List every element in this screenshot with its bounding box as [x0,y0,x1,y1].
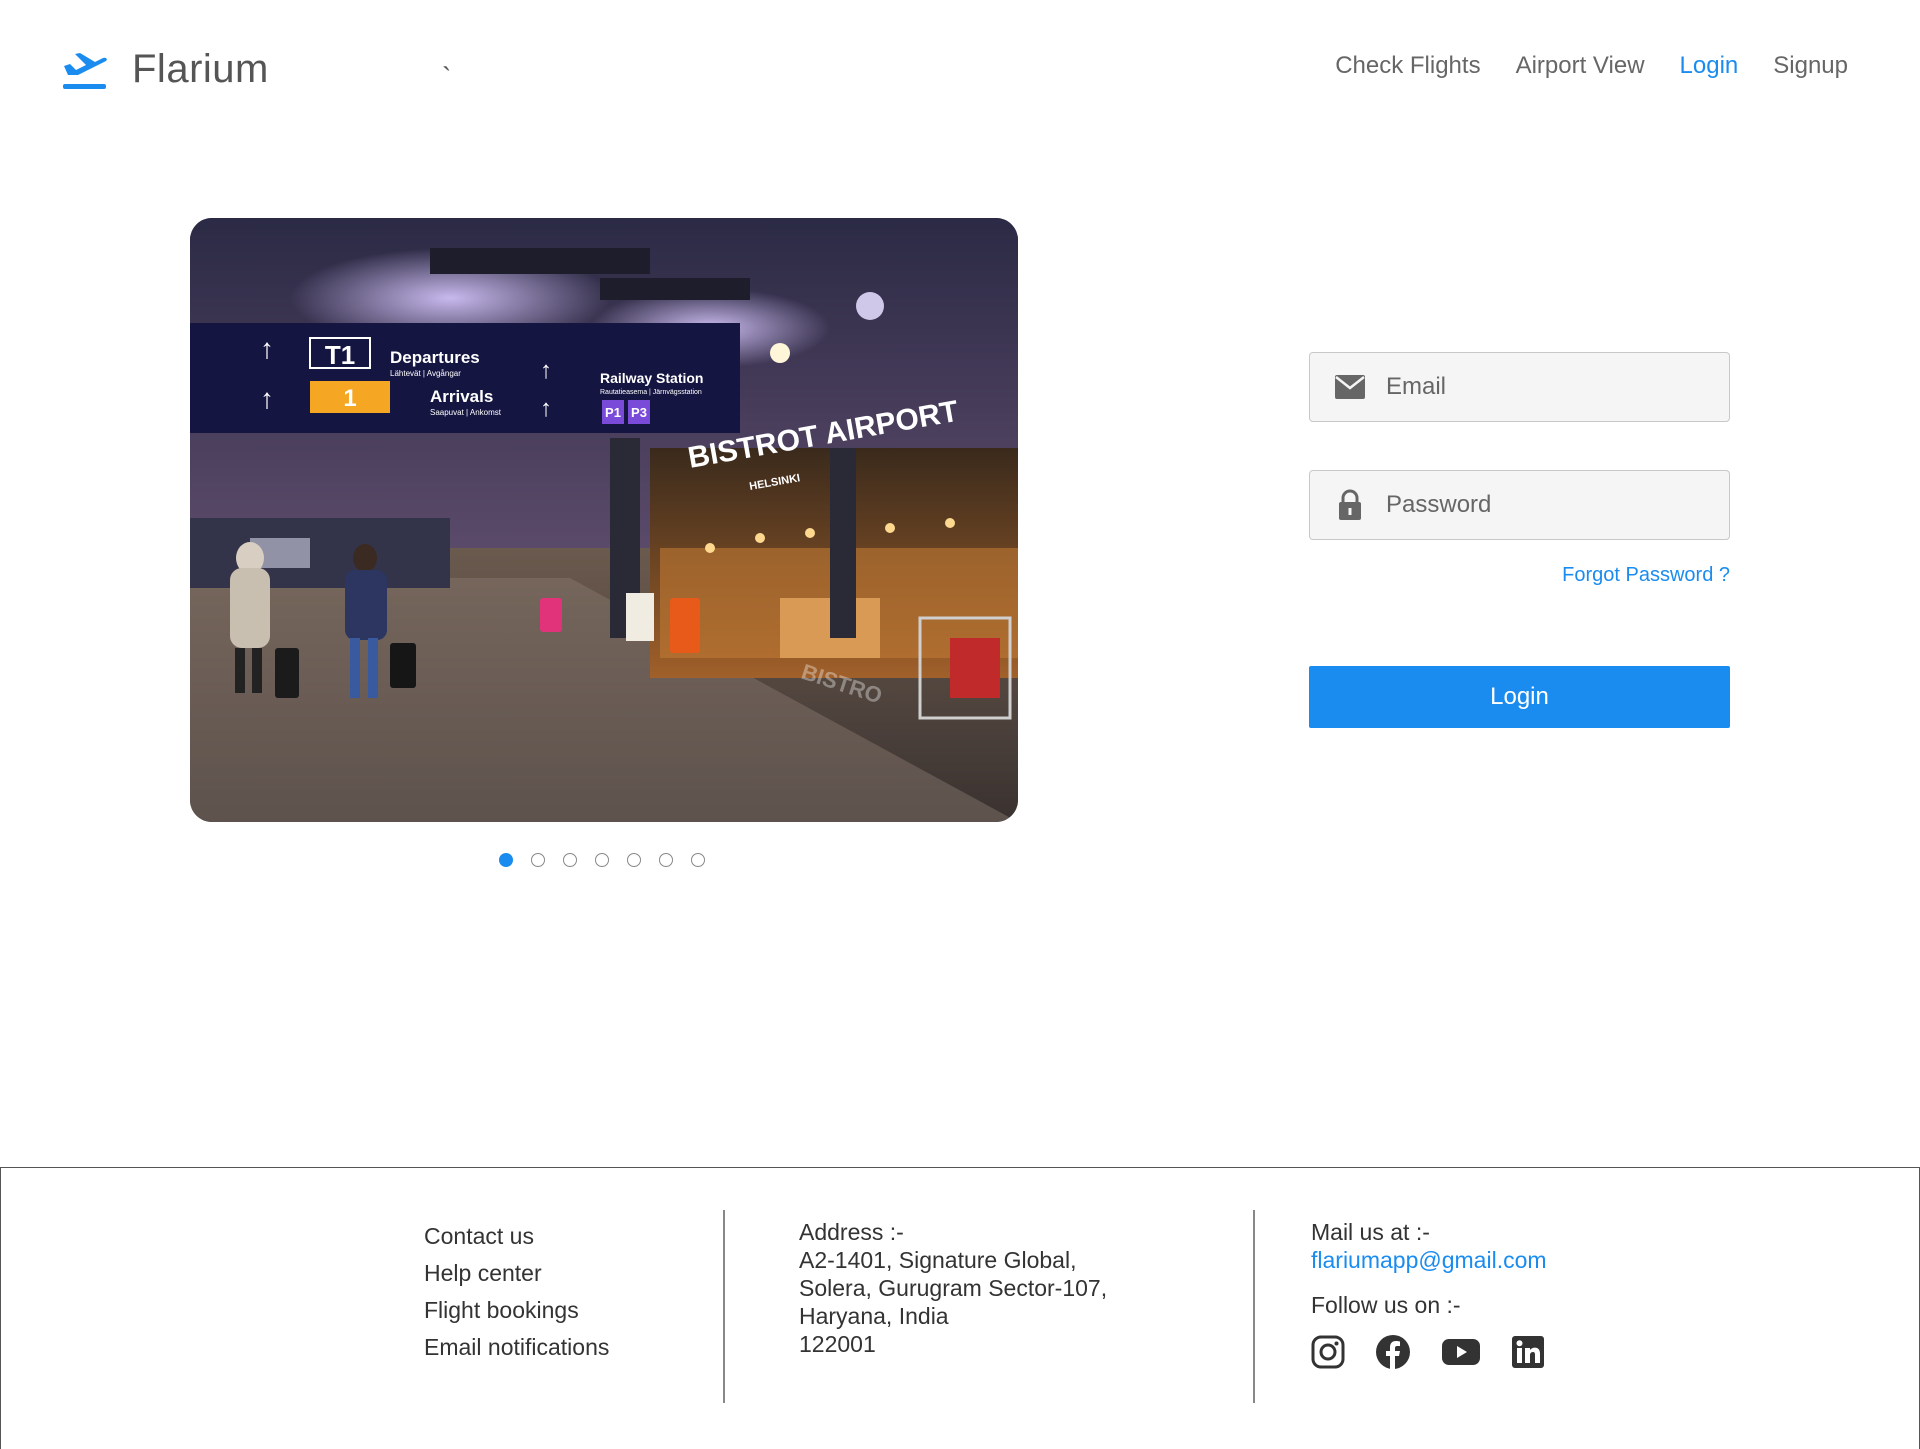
svg-text:T1: T1 [325,340,355,370]
carousel-dot[interactable] [499,853,513,867]
svg-text:Railway Station: Railway Station [600,370,703,386]
address-line: A2-1401, Signature Global, [799,1247,1077,1273]
svg-text:P1: P1 [605,405,621,420]
carousel-dot[interactable] [691,853,705,867]
plane-takeoff-icon [63,53,107,89]
footer-link-help[interactable]: Help center [424,1255,609,1292]
brand[interactable]: Flarium [60,44,269,94]
main-nav: Check Flights Airport View Login Signup [1335,52,1848,80]
svg-text:Departures: Departures [390,348,480,367]
footer-link-notifications[interactable]: Email notifications [424,1329,609,1366]
carousel-dot[interactable] [627,853,641,867]
image-carousel[interactable]: ↑ ↑ T1 1 Departures Lähtevät | Avgångar … [190,218,1018,822]
brand-name: Flarium [132,46,269,91]
svg-text:↑: ↑ [540,357,552,384]
lock-icon [1334,489,1366,521]
footer-divider [723,1210,725,1403]
email-input[interactable] [1386,373,1706,401]
email-field-wrapper [1309,352,1730,422]
password-field-wrapper [1309,470,1730,540]
footer-link-contact[interactable]: Contact us [424,1218,609,1255]
mail-link[interactable]: flariumapp@gmail.com [1311,1246,1547,1274]
carousel-dot[interactable] [595,853,609,867]
svg-text:↑: ↑ [540,395,552,422]
footer-address: Address :- A2-1401, Signature Global, So… [799,1218,1107,1358]
forgot-password-link[interactable]: Forgot Password ? [1562,564,1730,587]
youtube-icon[interactable] [1441,1337,1481,1372]
carousel-dots [499,853,705,867]
svg-text:1: 1 [343,385,356,412]
footer-link-bookings[interactable]: Flight bookings [424,1292,609,1329]
login-button[interactable]: Login [1309,666,1730,728]
facebook-icon[interactable] [1375,1334,1411,1375]
stray-mark: ` [442,62,452,93]
social-icons [1311,1334,1545,1375]
password-input[interactable] [1386,491,1706,519]
footer: Contact us Help center Flight bookings E… [0,1167,1920,1449]
carousel-dot[interactable] [531,853,545,867]
address-line: Haryana, India [799,1303,949,1329]
nav-check-flights[interactable]: Check Flights [1335,52,1480,80]
follow-title: Follow us on :- [1311,1292,1461,1318]
address-line: 122001 [799,1331,876,1357]
instagram-icon[interactable] [1311,1335,1345,1374]
svg-text:Rautatieasema | Järnvägsstatio: Rautatieasema | Järnvägsstation [600,389,702,396]
airport-photo: ↑ ↑ T1 1 Departures Lähtevät | Avgångar … [190,218,1018,822]
nav-signup[interactable]: Signup [1773,52,1848,80]
footer-links: Contact us Help center Flight bookings E… [424,1218,609,1366]
address-title: Address :- [799,1219,904,1245]
linkedin-icon[interactable] [1511,1335,1545,1374]
mail-title: Mail us at :- [1311,1219,1430,1245]
footer-contact: Mail us at :- flariumapp@gmail.com Follo… [1311,1218,1547,1319]
svg-text:P3: P3 [631,405,647,420]
footer-divider [1253,1210,1255,1403]
address-line: Solera, Gurugram Sector-107, [799,1275,1108,1301]
carousel-dot[interactable] [563,853,577,867]
svg-text:↑: ↑ [260,333,274,364]
svg-text:Saapuvat | Ankomst: Saapuvat | Ankomst [430,408,502,417]
svg-text:Lähtevät | Avgångar: Lähtevät | Avgångar [390,369,461,378]
svg-text:Arrivals: Arrivals [430,387,493,406]
nav-login[interactable]: Login [1680,52,1739,80]
carousel-dot[interactable] [659,853,673,867]
envelope-icon [1334,371,1366,403]
header: Flarium ` Check Flights Airport View Log… [0,0,1920,140]
svg-text:↑: ↑ [260,383,274,414]
nav-airport-view[interactable]: Airport View [1516,52,1645,80]
